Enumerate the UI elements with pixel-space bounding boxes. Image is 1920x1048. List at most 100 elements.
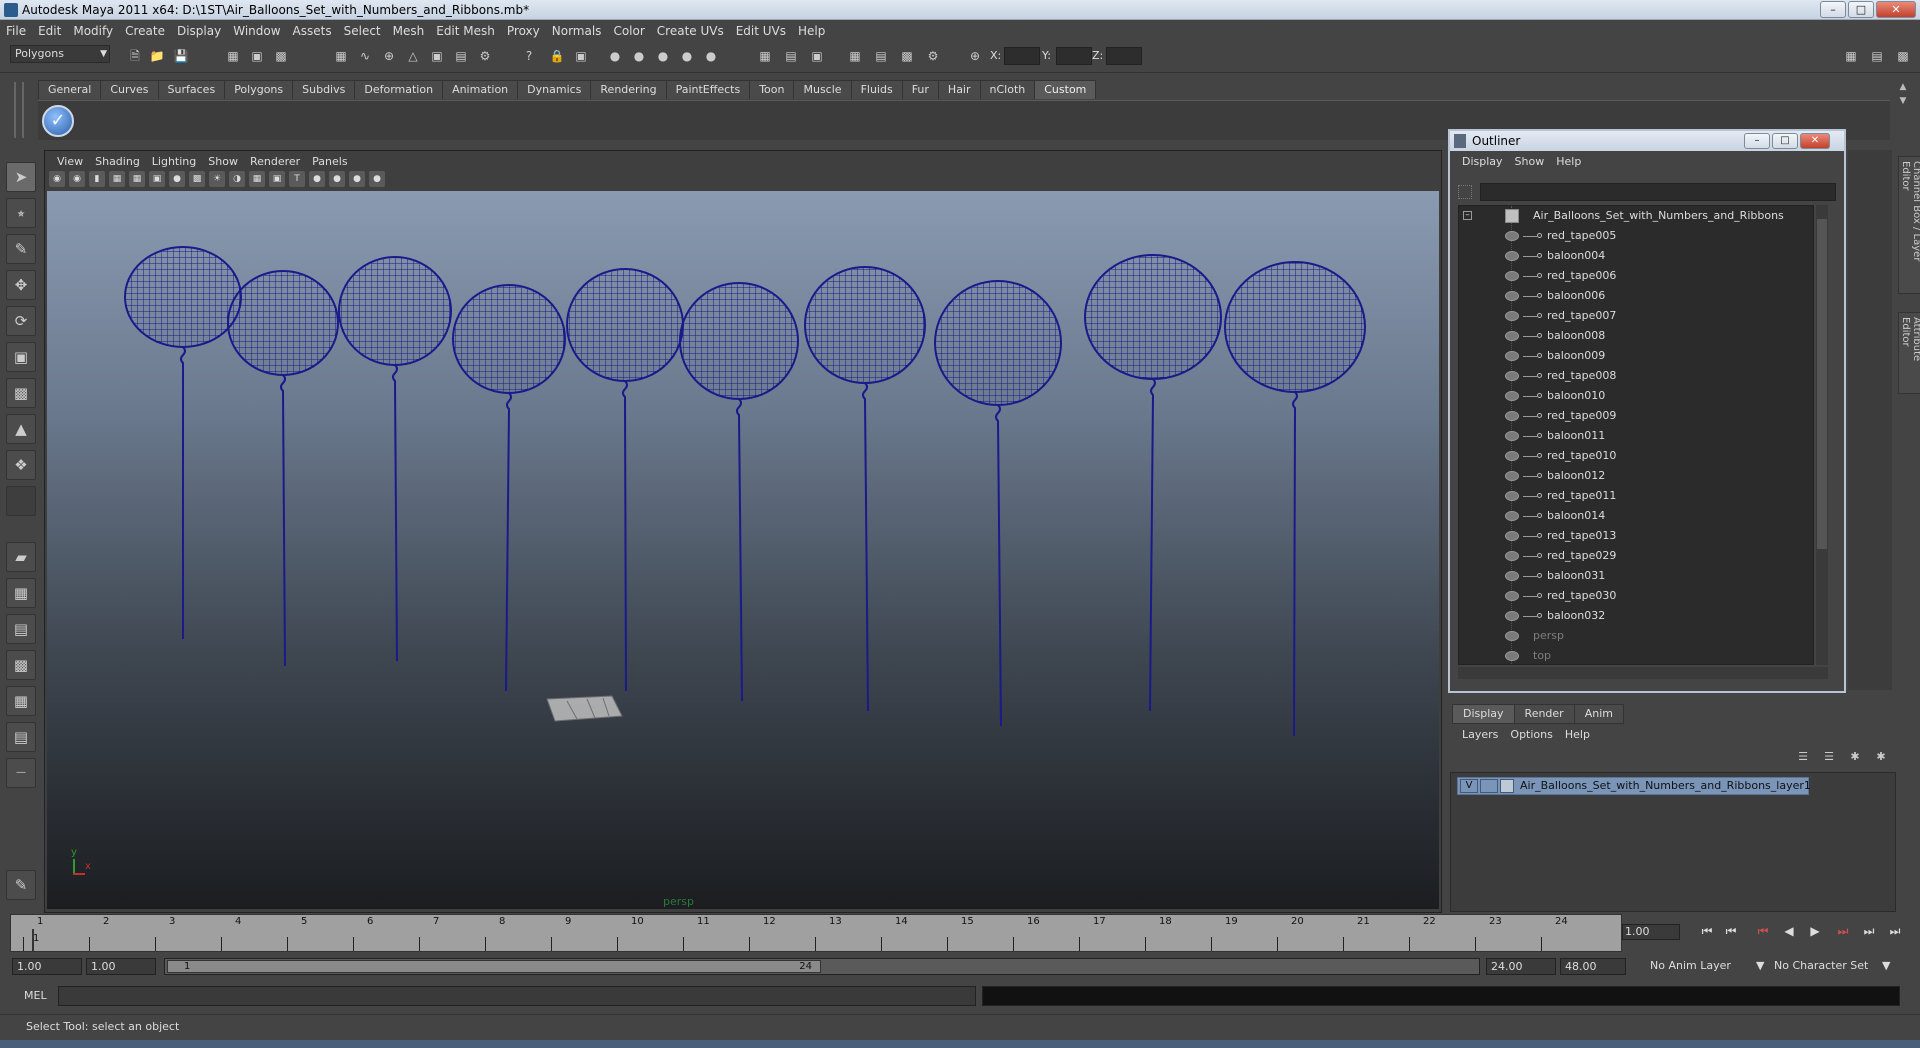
outliner-menu-display[interactable]: Display [1456,153,1509,171]
show-manipulator-icon[interactable]: ❖ [6,450,36,480]
close-button[interactable]: ✕ [1876,1,1916,18]
menu-create[interactable]: Create [119,21,171,41]
new-layer-selected-icon[interactable]: ✱ [1872,750,1890,768]
render-settings-icon[interactable]: ● [654,47,672,65]
shelf-tab-fluids[interactable]: Fluids [850,80,903,99]
paint-select-tool-icon[interactable]: ✎ [6,234,36,264]
new-scene-icon[interactable]: 🗎 [126,47,144,65]
menu-assets[interactable]: Assets [287,21,338,41]
layer-tab-display[interactable]: Display [1452,704,1515,724]
outliner-menu-help[interactable]: Help [1550,153,1587,171]
anim-layer-selector[interactable]: No Anim Layer ▼ [1646,958,1764,975]
outliner-item[interactable]: baloon032 [1459,606,1813,626]
shelf-tab-deformation[interactable]: Deformation [354,80,444,99]
shelf-handle[interactable] [14,82,24,138]
snap-curve-icon[interactable]: ∿ [356,47,374,65]
ribbon-mesh[interactable] [505,392,512,692]
persp-graph-layout-icon[interactable]: ▩ [6,650,36,680]
shelf-tab-animation[interactable]: Animation [442,80,519,99]
outliner-icon[interactable]: ▤ [872,47,890,65]
layout-icon[interactable]: ▦ [1842,47,1860,65]
select-tool-icon[interactable]: ➤ [6,162,36,192]
menu-set-selector[interactable]: Polygons ▼ [10,45,110,63]
step-forward-frame-icon[interactable]: ⏭ [1834,922,1852,940]
bookmark-icon[interactable]: ▮ [89,171,105,187]
shelf-tab-fur[interactable]: Fur [901,80,939,99]
shelf-tab-hair[interactable]: Hair [937,80,981,99]
snap-point-icon[interactable]: ⊕ [380,47,398,65]
render-view-icon[interactable]: ● [702,47,720,65]
vp-menu-renderer[interactable]: Renderer [244,153,306,171]
smooth-shade-icon[interactable]: ● [169,171,185,187]
ribbon-mesh[interactable] [995,404,1002,727]
outliner-item[interactable]: red_tape013 [1459,526,1813,546]
lights-icon[interactable]: ☀ [209,171,225,187]
menu-normals[interactable]: Normals [546,21,608,41]
ribbon-mesh[interactable] [392,364,398,662]
outliner-camera-top[interactable]: top [1459,646,1813,664]
select-component-icon[interactable]: ▩ [272,47,290,65]
minimize-button[interactable]: – [1820,1,1846,18]
range-handle[interactable]: 1 24 [167,960,821,973]
outliner-item[interactable]: red_tape029 [1459,546,1813,566]
x-field[interactable] [1004,47,1040,65]
help-icon[interactable]: ? [520,47,538,65]
rotate-tool-icon[interactable]: ⟳ [6,306,36,336]
scale-tool-icon[interactable]: ▣ [6,342,36,372]
mel-command-input[interactable] [58,986,976,1006]
layer-menu-help[interactable]: Help [1559,726,1596,744]
textured-icon[interactable]: ▩ [189,171,205,187]
lasso-tool-icon[interactable]: ⭒ [6,198,36,228]
shelf-scroll-arrows[interactable]: ▲ ▼ [1896,80,1910,136]
ribbon-mesh[interactable] [736,398,743,702]
hypershade-layout-icon[interactable]: ▦ [6,686,36,716]
menu-display[interactable]: Display [171,21,227,41]
modeling-toolkit-icon[interactable]: ⚙ [924,47,942,65]
outliner-item[interactable]: baloon010 [1459,386,1813,406]
balloon-mesh[interactable] [227,270,339,376]
menu-edit-mesh[interactable]: Edit Mesh [430,21,501,41]
universal-manipulator-icon[interactable]: ▩ [6,378,36,408]
shelf-tab-painteffects[interactable]: PaintEffects [665,80,751,99]
outliner-item[interactable]: baloon012 [1459,466,1813,486]
menu-edit-uvs[interactable]: Edit UVs [730,21,792,41]
layer-tab-anim[interactable]: Anim [1573,704,1624,724]
balloon-mesh[interactable] [338,256,452,366]
attribute-editor-tab[interactable]: Attribute Editor [1898,312,1920,394]
hud-icon[interactable]: T [289,171,305,187]
balloon-mesh[interactable] [934,280,1062,406]
play-backwards-icon[interactable]: ◀ [1780,922,1798,940]
hypershade-icon[interactable]: ● [678,47,696,65]
snap-plane-icon[interactable]: △ [404,47,422,65]
range-bar[interactable]: 1 24 [164,958,1480,975]
balloon-mesh[interactable] [804,266,926,384]
motion-blur-icon[interactable]: ● [349,171,365,187]
shelf-tab-ncloth[interactable]: nCloth [979,80,1036,99]
outliner-filter-input[interactable] [1480,183,1836,201]
step-back-frame-icon[interactable]: ⏮ [1754,922,1772,940]
channel-box-tab[interactable]: Channel Box / Layer Editor [1898,156,1920,294]
selection-lock-icon[interactable]: ▣ [572,47,590,65]
grid-toggle-icon[interactable]: ▦ [129,171,145,187]
vp-menu-shading[interactable]: Shading [89,153,146,171]
time-slider[interactable]: 1 2 3 4 5 6 7 8 9 10 11 12 13 14 15 16 17 18 19 20 21 22 23 24 … [10,914,1622,952]
snap-grid-icon[interactable]: ▦ [332,47,350,65]
snap-surface-icon[interactable]: ▣ [428,47,446,65]
persp-outliner-layout-icon[interactable]: ▤ [6,614,36,644]
menu-edit[interactable]: Edit [32,21,67,41]
save-scene-icon[interactable]: 💾 [172,47,190,65]
menu-proxy[interactable]: Proxy [501,21,546,41]
z-field[interactable] [1106,47,1142,65]
outliner-item[interactable]: red_tape005 [1459,226,1813,246]
layer-menu-options[interactable]: Options [1504,726,1558,744]
current-frame-field[interactable]: 1.00 [1622,924,1680,940]
outliner-item[interactable]: baloon006 [1459,286,1813,306]
outliner-item[interactable]: red_tape009 [1459,406,1813,426]
ribbon-mesh[interactable] [1292,391,1298,737]
vp-menu-show[interactable]: Show [202,153,244,171]
paint-effects-icon[interactable]: ✎ [6,870,36,900]
animation-end-field[interactable]: 48.00 [1560,958,1626,975]
outliner-item[interactable]: baloon031 [1459,566,1813,586]
move-layer-up-icon[interactable]: ☰ [1794,750,1812,768]
render-current-icon[interactable]: ● [606,47,624,65]
